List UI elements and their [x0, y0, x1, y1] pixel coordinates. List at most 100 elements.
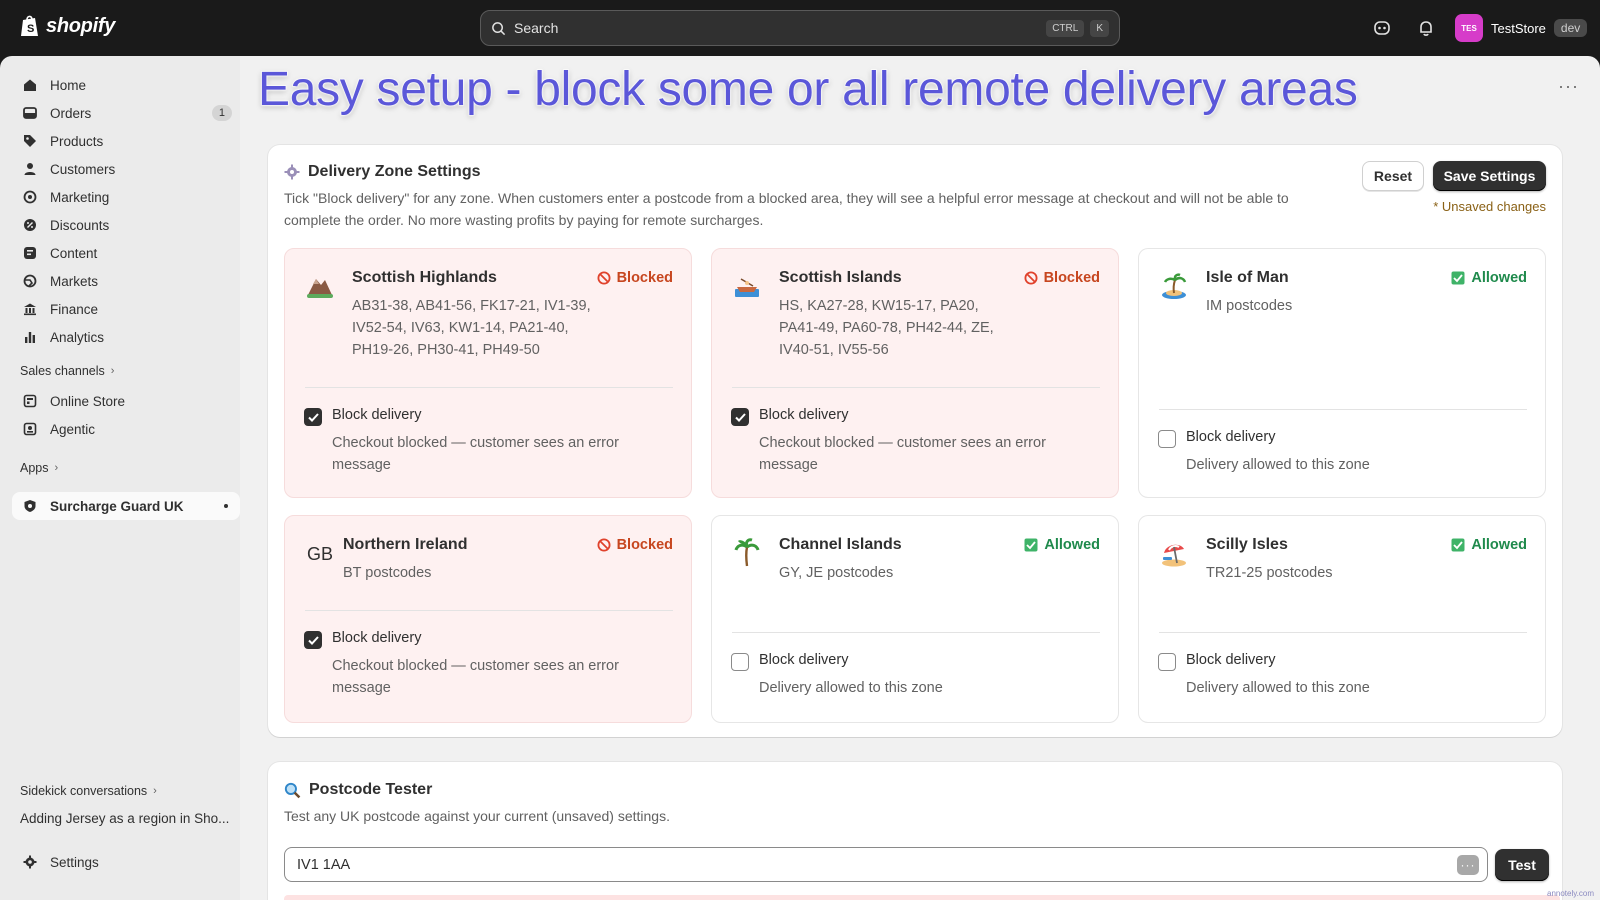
bell-icon[interactable]	[1416, 18, 1436, 38]
zone-card-northern-ireland: GB Northern Ireland BT postcodes Blocked…	[284, 515, 692, 723]
search-input[interactable]: Search CTRL K	[480, 10, 1120, 46]
bank-icon	[22, 301, 38, 317]
card-title-text: Delivery Zone Settings	[308, 163, 481, 180]
block-delivery-label[interactable]: Block delivery	[332, 630, 421, 646]
sidebar-item-orders[interactable]: Orders 1	[12, 99, 240, 127]
postcode-input[interactable]: IV1 1AA ···	[284, 847, 1488, 882]
pin-dot-icon	[224, 504, 228, 508]
card-description: Tick "Block delivery" for any zone. When…	[284, 190, 1289, 228]
orders-count-badge: 1	[211, 105, 232, 121]
card-title: Delivery Zone Settings	[284, 163, 481, 181]
island-icon	[1159, 271, 1189, 301]
zone-note: Checkout blocked — customer sees an erro…	[759, 435, 1046, 473]
block-delivery-label[interactable]: Block delivery	[1186, 429, 1275, 445]
unsaved-changes-label: * Unsaved changes	[1433, 199, 1546, 214]
save-settings-button[interactable]: Save Settings	[1433, 161, 1546, 191]
block-delivery-checkbox[interactable]	[731, 408, 749, 426]
block-delivery-checkbox[interactable]	[304, 408, 322, 426]
sidekick-conversation-item[interactable]: Adding Jersey as a region in Sho...	[20, 811, 235, 826]
block-delivery-checkbox[interactable]	[731, 653, 749, 671]
checkmark-icon	[734, 412, 746, 422]
zone-name: Scottish Highlands	[352, 269, 497, 286]
block-delivery-checkbox[interactable]	[304, 631, 322, 649]
sidebar-item-home[interactable]: Home	[12, 71, 240, 99]
block-delivery-label[interactable]: Block delivery	[1186, 652, 1275, 668]
more-actions-icon[interactable]: ···	[1558, 76, 1579, 97]
zone-card-scottish-islands: Scottish Islands HS, KA27-28, KW15-17, P…	[711, 248, 1119, 498]
person-icon	[22, 161, 38, 177]
chevron-right-icon: ›	[54, 462, 59, 474]
shopify-logo[interactable]: S shopify	[20, 14, 115, 38]
block-delivery-label[interactable]: Block delivery	[759, 407, 848, 423]
sidebar-item-discounts[interactable]: Discounts	[12, 211, 240, 239]
bar-chart-icon	[22, 329, 38, 345]
orders-icon	[22, 105, 38, 121]
zone-divider	[1159, 409, 1527, 410]
sidekick-section[interactable]: Sidekick conversations ›	[20, 784, 157, 798]
zone-note: Delivery allowed to this zone	[1186, 680, 1370, 696]
sidebar-item-label: Online Store	[50, 393, 126, 409]
sidebar-item-label: Analytics	[50, 329, 105, 345]
store-name: TestStore	[1491, 20, 1546, 36]
zone-divider	[732, 632, 1100, 633]
zone-status-text: Blocked	[616, 537, 673, 553]
sidebar-item-settings[interactable]: Settings	[12, 848, 240, 876]
gear-icon	[284, 164, 300, 180]
search-placeholder: Search	[514, 20, 559, 36]
store-menu[interactable]: TES TestStore dev	[1455, 14, 1588, 42]
chevron-right-icon: ›	[153, 785, 157, 797]
sidebar-item-agentic[interactable]: Agentic	[12, 415, 240, 443]
test-result-banner	[284, 895, 1560, 900]
sidebar-item-markets[interactable]: Markets	[12, 267, 240, 295]
sidebar-item-marketing[interactable]: Marketing	[12, 183, 240, 211]
search-icon	[492, 21, 506, 35]
gb-flag-icon: GB	[306, 543, 333, 564]
zone-status-badge: Blocked	[1024, 270, 1100, 286]
reset-button[interactable]: Reset	[1362, 161, 1424, 191]
block-delivery-checkbox[interactable]	[1158, 653, 1176, 671]
discount-icon	[22, 217, 38, 233]
zone-note: Delivery allowed to this zone	[1186, 457, 1370, 473]
sidebar-item-products[interactable]: Products	[12, 127, 240, 155]
brand-name: shopify	[46, 14, 116, 37]
watermark: annotely.com	[1547, 889, 1594, 898]
test-postcode-button[interactable]: Test	[1495, 849, 1549, 881]
zone-divider	[1159, 632, 1527, 633]
sidebar-item-online-store[interactable]: Online Store	[12, 387, 240, 415]
sidebar-item-finance[interactable]: Finance	[12, 295, 240, 323]
sidebar-item-content[interactable]: Content	[12, 239, 240, 267]
autofill-dots-icon[interactable]: ···	[1457, 855, 1479, 875]
magnifier-icon	[284, 782, 301, 798]
store-avatar: TES	[1455, 14, 1483, 42]
palm-tree-icon	[732, 538, 762, 568]
check-box-icon	[1451, 538, 1465, 552]
sidebar-item-label: Discounts	[50, 217, 110, 233]
block-delivery-label[interactable]: Block delivery	[332, 407, 421, 423]
zone-divider	[732, 387, 1100, 388]
zone-card-channel-islands: Channel Islands GY, JE postcodes Allowed…	[711, 515, 1119, 723]
sidekick-conversation-label: Adding Jersey as a region in Sho...	[20, 811, 230, 826]
check-box-icon	[1024, 538, 1038, 552]
sidebar-item-surcharge-guard[interactable]: Surcharge Guard UK	[12, 492, 240, 520]
zone-divider	[305, 387, 673, 388]
sales-channels-section[interactable]: Sales channels ›	[20, 364, 114, 378]
apps-section[interactable]: Apps ›	[20, 461, 58, 475]
sidebar-item-label: Orders	[50, 105, 92, 121]
zone-status-text: Blocked	[616, 270, 673, 286]
zone-name: Isle of Man	[1206, 269, 1289, 286]
sidekick-icon[interactable]	[1372, 18, 1392, 38]
sidebar-item-analytics[interactable]: Analytics	[12, 323, 240, 351]
agent-icon	[22, 421, 38, 437]
sidebar-item-label: Marketing	[50, 189, 110, 205]
postcode-input-value: IV1 1AA	[297, 856, 351, 873]
zone-postcodes: IM postcodes	[1206, 298, 1293, 314]
zone-status-badge: Blocked	[597, 537, 673, 553]
sidebar-item-customers[interactable]: Customers	[12, 155, 240, 183]
home-icon	[22, 77, 38, 93]
block-delivery-label[interactable]: Block delivery	[759, 652, 848, 668]
block-delivery-checkbox[interactable]	[1158, 430, 1176, 448]
card-title-text: Postcode Tester	[309, 781, 433, 798]
shortcut-k-key: K	[1090, 19, 1109, 37]
section-label: Sales channels	[20, 364, 105, 378]
zone-status-badge: Allowed	[1024, 537, 1100, 553]
